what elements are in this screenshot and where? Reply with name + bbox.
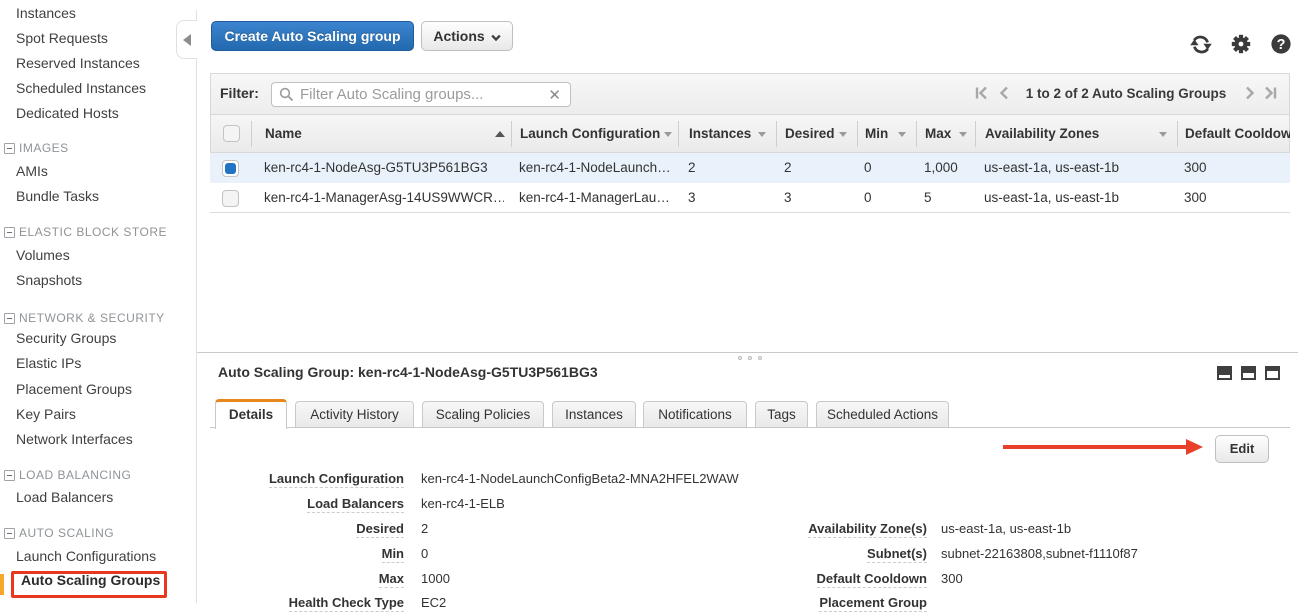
- svg-text:?: ?: [1277, 37, 1286, 53]
